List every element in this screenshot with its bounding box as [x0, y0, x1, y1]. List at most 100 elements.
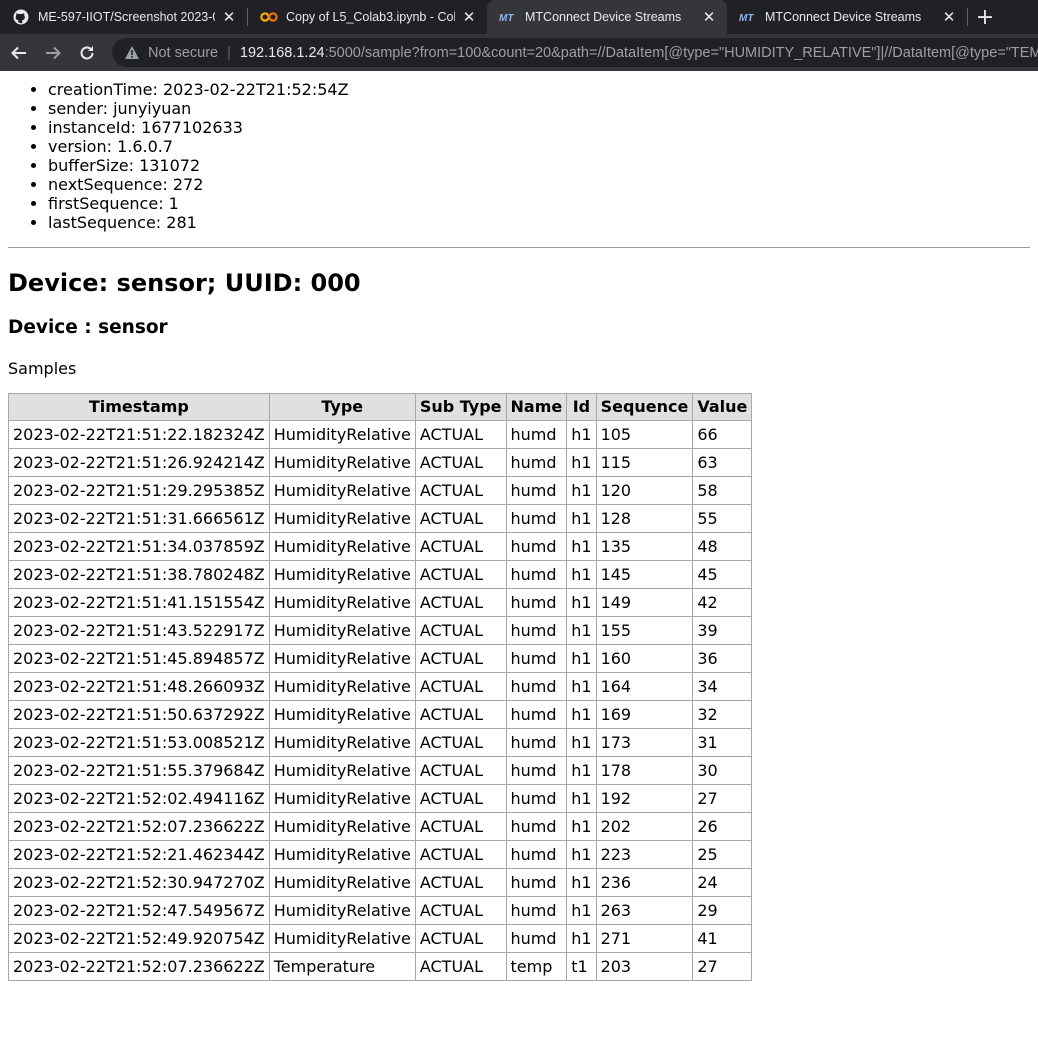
table-row: 2023-02-22T21:51:22.182324Z HumidityRelat… [8, 420, 753, 449]
cell-id: h1 [566, 840, 597, 869]
cell-name: humd [505, 840, 568, 869]
cell-sequence: 105 [595, 420, 694, 449]
tab-title: MTConnect Device Streams [765, 10, 922, 24]
close-icon[interactable]: ✕ [701, 8, 717, 26]
new-tab-button[interactable]: + [968, 0, 1002, 34]
cell-type: HumidityRelative [268, 896, 416, 925]
cell-subtype: ACTUAL [414, 420, 507, 449]
cell-type: HumidityRelative [268, 756, 416, 785]
samples-label: Samples [8, 359, 77, 378]
cell-type: Temperature [268, 952, 416, 981]
table-row: 2023-02-22T21:51:55.379684Z HumidityRelat… [8, 756, 753, 785]
tab-title: Copy of L5_Colab3.ipynb - Colab [286, 10, 455, 24]
back-button[interactable] [4, 38, 34, 68]
table-row: 2023-02-22T21:51:26.924214Z HumidityRelat… [8, 448, 753, 477]
security-label[interactable]: Not secure [148, 45, 218, 61]
cell-timestamp: 2023-02-22T21:51:55.379684Z [8, 756, 270, 785]
cell-type: HumidityRelative [268, 840, 416, 869]
cell-type: HumidityRelative [268, 448, 416, 477]
close-icon[interactable]: ✕ [941, 8, 957, 26]
tab-mtconnect-active[interactable]: MT MTConnect Device Streams ✕ [487, 0, 727, 34]
svg-text:MT: MT [739, 13, 754, 22]
samples-table: Timestamp Type Sub Type Name Id Sequence… [8, 393, 753, 981]
cell-sequence: 202 [595, 812, 694, 841]
cell-name: humd [505, 868, 568, 897]
forward-button[interactable] [38, 38, 68, 68]
tab-title: MTConnect Device Streams [525, 10, 682, 24]
cell-sequence: 236 [595, 868, 694, 897]
mtconnect-icon: MT [499, 8, 517, 26]
device-subheading: Device : sensor [8, 317, 168, 338]
creation-time: creationTime: 2023-02-22T21:52:54Z [48, 80, 1030, 99]
cell-subtype: ACTUAL [414, 700, 507, 729]
column-header-subtype: Sub Type [414, 393, 507, 421]
tab-mtconnect[interactable]: MT MTConnect Device Streams ✕ [727, 0, 967, 34]
table-row: 2023-02-22T21:51:29.295385Z HumidityRelat… [8, 476, 753, 505]
table-row: 2023-02-22T21:52:49.920754Z HumidityRelat… [8, 924, 753, 953]
mtconnect-icon: MT [739, 8, 757, 26]
tab-github[interactable]: ME-597-IIOT/Screenshot 2023-02 ✕ [0, 0, 247, 34]
cell-name: humd [505, 560, 568, 589]
cell-sequence: 149 [595, 588, 694, 617]
cell-id: h1 [566, 728, 597, 757]
cell-timestamp: 2023-02-22T21:52:07.236622Z [8, 952, 270, 981]
cell-type: HumidityRelative [268, 672, 416, 701]
cell-type: HumidityRelative [268, 924, 416, 953]
cell-value: 29 [692, 896, 753, 925]
cell-value: 31 [692, 728, 753, 757]
cell-subtype: ACTUAL [414, 896, 507, 925]
divider [8, 247, 1030, 248]
close-icon[interactable]: ✕ [461, 8, 477, 26]
cell-sequence: 192 [595, 784, 694, 813]
reload-icon [80, 45, 94, 59]
cell-timestamp: 2023-02-22T21:51:43.522917Z [8, 616, 270, 645]
table-row: 2023-02-22T21:51:41.151554Z HumidityRelat… [8, 588, 753, 617]
cell-value: 45 [692, 560, 753, 589]
cell-id: h1 [566, 616, 597, 645]
cell-name: humd [505, 784, 568, 813]
address-bar[interactable]: Not secure | 192.168.1.24:5000/sample?fr… [112, 38, 1038, 67]
cell-subtype: ACTUAL [414, 560, 507, 589]
cell-subtype: ACTUAL [414, 812, 507, 841]
cell-timestamp: 2023-02-22T21:51:53.008521Z [8, 728, 270, 757]
cell-subtype: ACTUAL [414, 588, 507, 617]
forward-arrow-icon [46, 46, 61, 59]
cell-timestamp: 2023-02-22T21:51:34.037859Z [8, 532, 270, 561]
colab-icon [260, 8, 278, 26]
cell-timestamp: 2023-02-22T21:51:41.151554Z [8, 588, 270, 617]
cell-type: HumidityRelative [268, 504, 416, 533]
svg-text:MT: MT [499, 13, 514, 22]
cell-id: h1 [566, 504, 597, 533]
github-icon [12, 8, 30, 26]
table-row: 2023-02-22T21:51:50.637292Z HumidityRelat… [8, 700, 753, 729]
tab-colab[interactable]: Copy of L5_Colab3.ipynb - Colab ✕ [248, 0, 487, 34]
header-info-list: creationTime: 2023-02-22T21:52:54Z sende… [8, 80, 1030, 232]
table-row: 2023-02-22T21:51:34.037859Z HumidityRelat… [8, 532, 753, 561]
browser-toolbar: Not secure | 192.168.1.24:5000/sample?fr… [0, 34, 1038, 71]
cell-name: humd [505, 812, 568, 841]
table-row: 2023-02-22T21:51:38.780248Z HumidityRelat… [8, 560, 753, 589]
cell-timestamp: 2023-02-22T21:52:02.494116Z [8, 784, 270, 813]
reload-button[interactable] [72, 38, 102, 68]
cell-type: HumidityRelative [268, 420, 416, 449]
cell-name: humd [505, 672, 568, 701]
cell-subtype: ACTUAL [414, 504, 507, 533]
url-path: :5000/sample?from=100&count=20&path=//Da… [324, 44, 1038, 61]
close-icon[interactable]: ✕ [221, 8, 237, 26]
cell-timestamp: 2023-02-22T21:51:31.666561Z [8, 504, 270, 533]
table-row: 2023-02-22T21:52:47.549567Z HumidityRelat… [8, 896, 753, 925]
table-row: 2023-02-22T21:51:31.666561Z HumidityRelat… [8, 504, 753, 533]
cell-timestamp: 2023-02-22T21:52:47.549567Z [8, 896, 270, 925]
cell-name: humd [505, 728, 568, 757]
cell-name: humd [505, 476, 568, 505]
cell-subtype: ACTUAL [414, 784, 507, 813]
table-row: 2023-02-22T21:52:02.494116Z HumidityRelat… [8, 784, 753, 813]
cell-sequence: 169 [595, 700, 694, 729]
cell-subtype: ACTUAL [414, 448, 507, 477]
warning-icon[interactable] [124, 45, 140, 60]
cell-subtype: ACTUAL [414, 952, 507, 981]
cell-name: humd [505, 420, 568, 449]
cell-id: h1 [566, 784, 597, 813]
device-heading: Device: sensor; UUID: 000 [8, 269, 361, 297]
cell-name: temp [505, 952, 568, 981]
